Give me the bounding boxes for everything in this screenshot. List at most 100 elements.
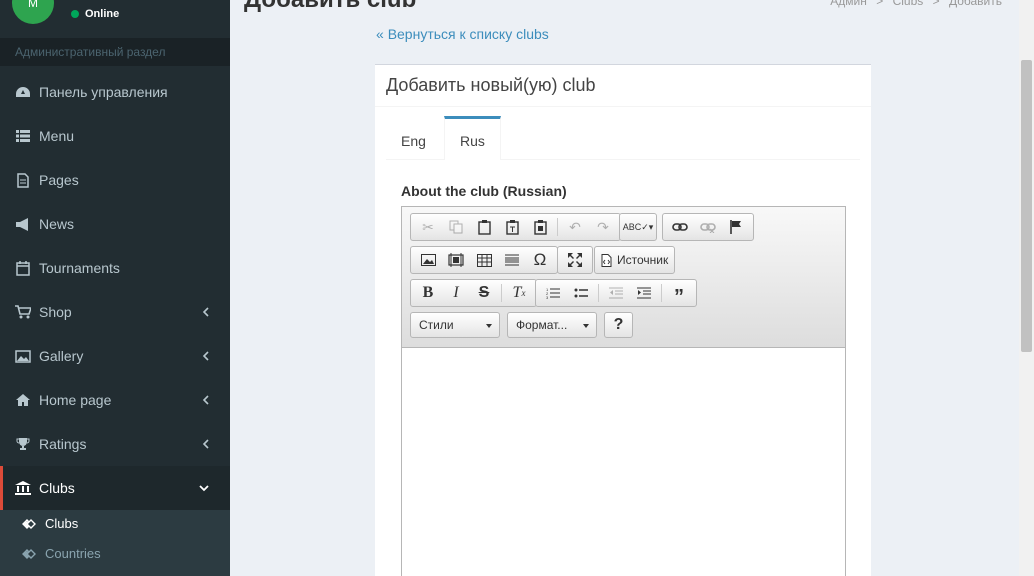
spellcheck-icon[interactable]: ABC✓▾ (622, 216, 654, 238)
image-icon (15, 348, 31, 364)
breadcrumb: Админ > Clubs > Добавить (830, 0, 1002, 8)
home-icon (15, 392, 31, 408)
user-panel: M Online (0, 0, 230, 34)
toolbar-separator (501, 284, 502, 302)
chevron-left-icon (202, 395, 209, 405)
help-icon: ? (613, 316, 624, 333)
back-link[interactable]: « Вернуться к списку clubs (376, 26, 549, 42)
box-title: Добавить новый(ую) club (375, 65, 871, 107)
page-title: Добавить club (244, 0, 416, 14)
paste-icon[interactable] (470, 216, 498, 238)
sidebar-item-label: Tournaments (39, 260, 120, 276)
paste-word-icon[interactable] (526, 216, 554, 238)
table-icon[interactable] (470, 249, 498, 271)
bulleted-list-icon[interactable] (567, 282, 595, 304)
unlink-icon[interactable] (694, 216, 722, 238)
sidebar-item-pages[interactable]: Pages (0, 158, 230, 202)
sidebar-item-label: Ratings (39, 436, 87, 452)
toolbar-separator (557, 218, 558, 236)
sidebar-item-label: Home page (39, 392, 112, 408)
avatar[interactable]: M (12, 0, 54, 24)
maximize-group (557, 246, 593, 274)
toolbar-separator (598, 284, 599, 302)
page-scrollbar[interactable] (1019, 0, 1034, 576)
online-dot-icon (71, 10, 79, 18)
basic-style-group: B I S Tx (410, 279, 537, 307)
submenu-item-label: Clubs (45, 516, 79, 531)
horizontal-rule-icon[interactable] (498, 249, 526, 271)
sidebar-item-menu[interactable]: Menu (0, 114, 230, 158)
svg-text:3: 3 (546, 295, 549, 299)
special-char-icon[interactable]: Ω (526, 249, 554, 271)
user-status: Online (71, 8, 119, 20)
trophy-icon (15, 436, 31, 452)
breadcrumb-separator: > (876, 0, 884, 8)
outdent-icon[interactable] (602, 282, 630, 304)
source-group: Источник (594, 246, 676, 274)
sidebar-item-dashboard[interactable]: Панель управления (0, 70, 230, 114)
sidebar-item-home-page[interactable]: Home page (0, 378, 230, 422)
undo-icon[interactable]: ↶ (561, 216, 589, 238)
chevron-down-icon (199, 485, 209, 492)
calendar-icon (15, 260, 31, 276)
editor-content-area[interactable] (402, 348, 845, 576)
source-button[interactable]: Источник (601, 253, 668, 267)
copy-icon[interactable] (442, 216, 470, 238)
remove-format-icon[interactable]: Tx (505, 282, 533, 304)
dropdown-arrow-icon (583, 324, 589, 328)
image-insert-icon[interactable] (414, 249, 442, 271)
blockquote-icon[interactable]: ” (665, 282, 693, 308)
tab-rus[interactable]: Rus (444, 116, 501, 160)
diamond-icon (22, 548, 36, 559)
sidebar-item-ratings[interactable]: Ratings (0, 422, 230, 466)
link-group (662, 213, 754, 241)
sidebar-item-shop[interactable]: Shop (0, 290, 230, 334)
sidebar-item-tournaments[interactable]: Tournaments (0, 246, 230, 290)
chevron-left-icon (202, 351, 209, 361)
dashboard-icon (15, 84, 31, 100)
breadcrumb-clubs[interactable]: Clubs (893, 0, 924, 8)
italic-icon[interactable]: I (442, 282, 470, 304)
clubs-submenu: Clubs Countries (0, 510, 230, 576)
format-dropdown[interactable]: Формат... (507, 312, 597, 338)
scrollbar-thumb[interactable] (1021, 60, 1032, 352)
cart-icon (15, 304, 31, 320)
bullhorn-icon (15, 216, 31, 232)
tab-eng[interactable]: Eng (386, 116, 441, 160)
dropdown-arrow-icon (486, 324, 492, 328)
sidebar-item-label: Menu (39, 128, 75, 144)
sidebar-item-label: Pages (39, 172, 79, 188)
strike-icon[interactable]: S (470, 282, 498, 304)
back-link-label: Вернуться к списку clubs (387, 26, 549, 42)
sidebar-item-label: Clubs (39, 480, 75, 496)
sidebar-item-label: Gallery (39, 348, 84, 364)
help-button[interactable]: ? (604, 312, 633, 338)
form-box: Добавить новый(ую) club Eng Rus About th… (375, 64, 871, 576)
submenu-item-label: Countries (45, 546, 101, 561)
sidebar-item-label: Панель управления (39, 84, 168, 100)
section-header: Административный раздел (0, 38, 230, 66)
breadcrumb-separator: > (932, 0, 940, 8)
submenu-item-countries[interactable]: Countries (22, 546, 101, 561)
double-chevron-left-icon: « (376, 26, 384, 42)
institution-icon (15, 480, 31, 496)
sidebar-item-news[interactable]: News (0, 202, 230, 246)
cut-icon[interactable]: ✂ (414, 216, 442, 238)
maximize-icon[interactable] (561, 249, 589, 271)
paste-text-icon[interactable] (498, 216, 526, 238)
format-label: Формат... (516, 318, 568, 332)
bold-icon[interactable]: B (414, 282, 442, 304)
anchor-flag-icon[interactable] (722, 216, 750, 238)
sidebar-item-gallery[interactable]: Gallery (0, 334, 230, 378)
sidebar-item-clubs[interactable]: Clubs (0, 466, 230, 510)
flash-icon[interactable] (442, 249, 470, 271)
link-icon[interactable] (666, 216, 694, 238)
numbered-list-icon[interactable]: 123 (539, 282, 567, 304)
indent-icon[interactable] (630, 282, 658, 304)
chevron-left-icon (202, 439, 209, 449)
redo-icon[interactable]: ↷ (589, 216, 617, 238)
breadcrumb-admin[interactable]: Админ (830, 0, 867, 8)
clipboard-group: ✂ ↶ ↷ (410, 213, 621, 241)
submenu-item-clubs[interactable]: Clubs (22, 516, 78, 531)
styles-dropdown[interactable]: Стили (410, 312, 500, 338)
